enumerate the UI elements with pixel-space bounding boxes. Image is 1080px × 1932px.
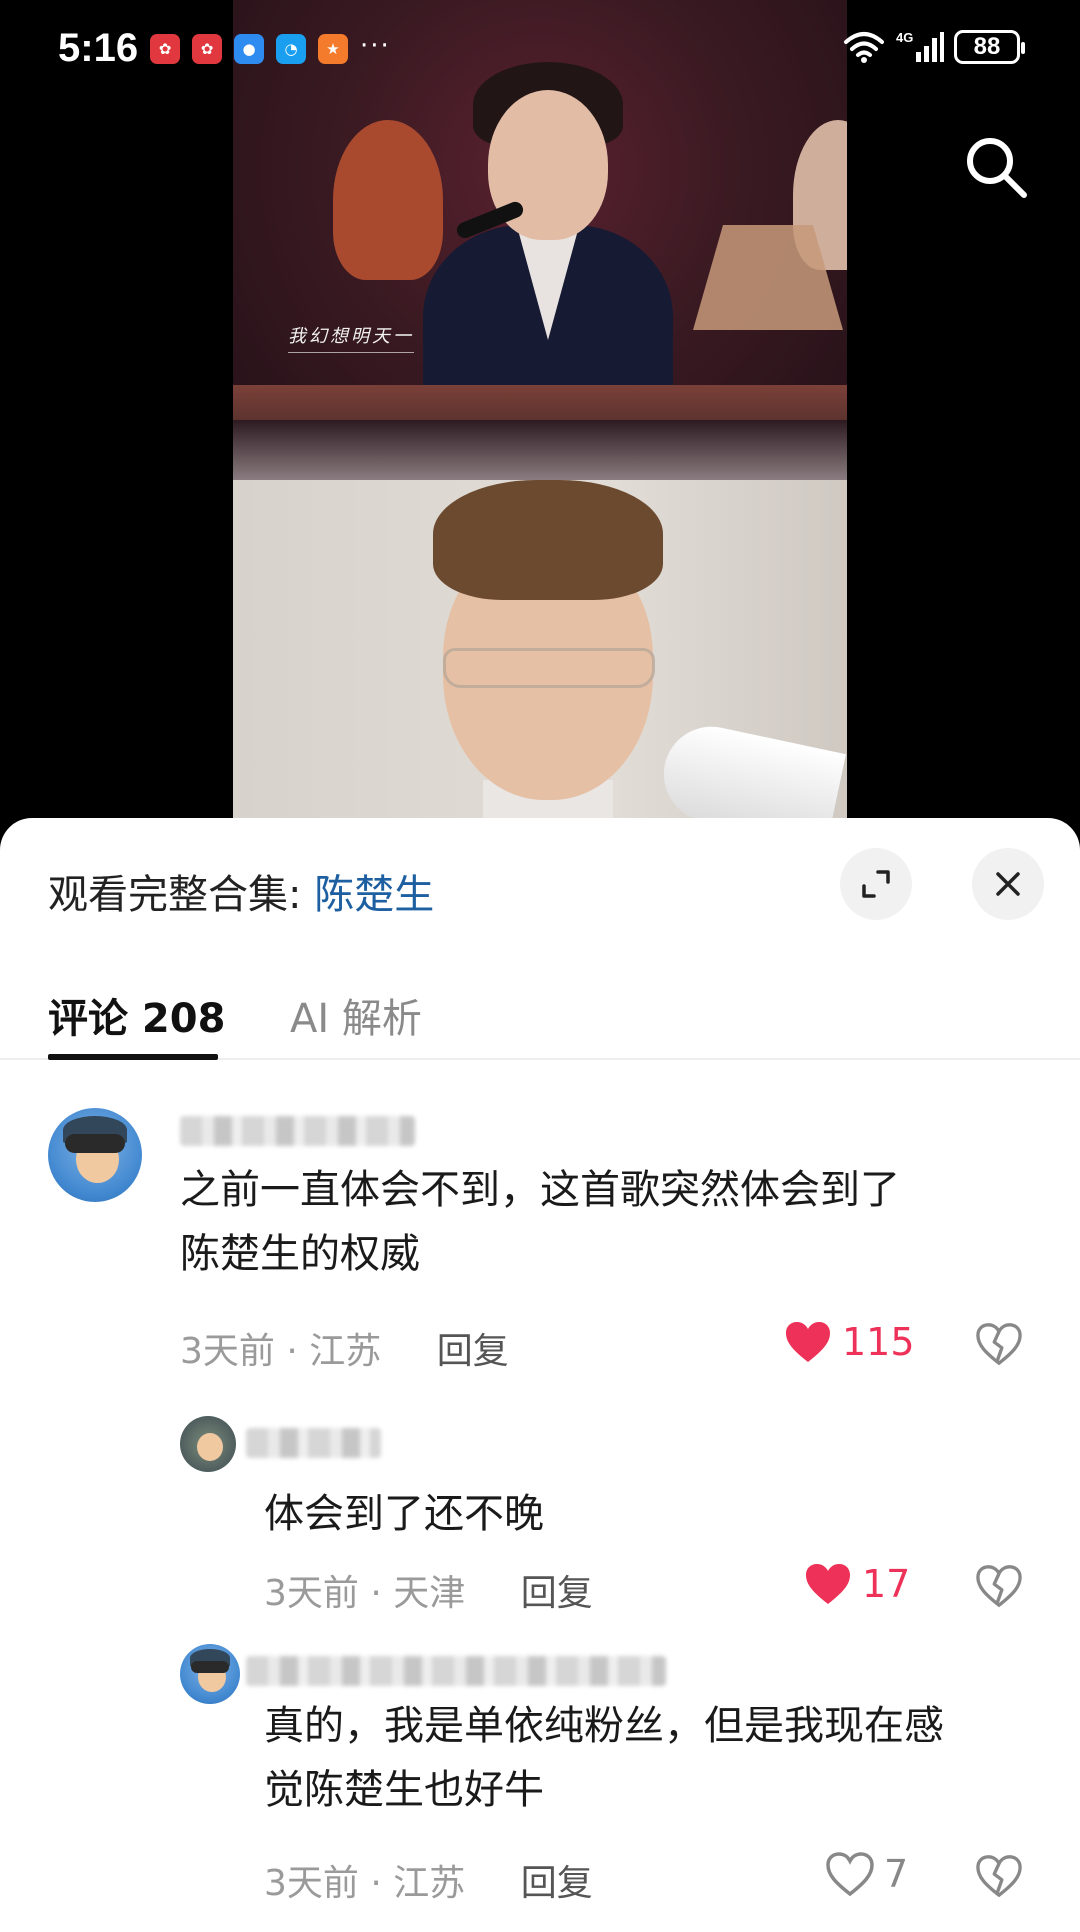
comment-text: 真的，我是单依纯粉丝，但是我现在感 觉陈楚生也好牛 [264, 1694, 944, 1822]
message-icon: ● [234, 34, 264, 64]
like-count: 7 [884, 1852, 909, 1896]
comment-text-line: 之前一直体会不到，这首歌突然体会到了 [180, 1167, 900, 1213]
reply-button[interactable]: 回复 [521, 1573, 593, 1614]
avatar-face [196, 1432, 223, 1461]
reply-item: 体会到了还不晚 3天前 · 天津 回复 17 [0, 1416, 1080, 1616]
expand-button[interactable] [840, 848, 912, 920]
username-redacted[interactable] [246, 1656, 666, 1686]
browser-icon: ◔ [276, 34, 306, 64]
comment-location: 江苏 [393, 1863, 466, 1904]
wifi-icon [844, 32, 884, 63]
like-button[interactable]: 115 [784, 1320, 915, 1364]
more-notifications-icon: ··· [360, 31, 391, 61]
background-singer-left [333, 120, 443, 280]
huawei-app-icon: ✿ [150, 34, 180, 64]
comment-sheet: 观看完整合集: 陈楚生 评论 208 AI 解析 之前一直体会不到，这首歌突然体… [0, 818, 1080, 1932]
broken-heart-icon [976, 1323, 1022, 1366]
notification-icons: ✿ ✿ ● ◔ ★ ··· [150, 31, 391, 64]
like-button[interactable]: 17 [804, 1562, 910, 1606]
fitness-app-icon: ★ [318, 34, 348, 64]
heart-outline-icon [826, 1852, 874, 1896]
status-time: 5:16 [58, 26, 139, 70]
battery-indicator: 88 [954, 30, 1025, 64]
avatar[interactable] [48, 1108, 142, 1202]
tab-comments[interactable]: 评论 208 [48, 986, 225, 1044]
like-button[interactable]: 7 [826, 1852, 908, 1896]
video-divider [233, 420, 847, 480]
avatar-goggles [64, 1134, 126, 1154]
broken-heart-icon [976, 1565, 1022, 1608]
avatar[interactable] [180, 1644, 240, 1704]
broken-heart-icon [976, 1855, 1022, 1898]
dislike-button[interactable] [976, 1322, 1022, 1366]
reply-button[interactable]: 回复 [521, 1863, 593, 1904]
comment-text: 体会到了还不晚 [264, 1491, 544, 1537]
reply-button[interactable]: 回复 [437, 1331, 509, 1372]
search-icon [967, 138, 1027, 198]
network-type-label: 4G [896, 30, 913, 45]
heart-filled-icon [786, 1322, 830, 1362]
avatar[interactable] [180, 1416, 236, 1472]
heart-filled-icon [806, 1564, 850, 1604]
avatar-goggles [190, 1660, 230, 1673]
sheet-header: 观看完整合集: 陈楚生 [0, 818, 1080, 938]
comment-text-line: 真的，我是单依纯粉丝，但是我现在感 [264, 1703, 944, 1749]
comment-time: 3天前 [264, 1863, 359, 1904]
comment-meta: 3天前 · 江苏 回复 [264, 1854, 593, 1906]
meta-separator: · [370, 1573, 394, 1614]
huawei-app-icon: ✿ [192, 34, 222, 64]
collection-label[interactable]: 观看完整合集: 陈楚生 [48, 862, 434, 920]
collection-link[interactable]: 陈楚生 [314, 872, 434, 918]
comment-item: 之前一直体会不到，这首歌突然体会到了 陈楚生的权威 3天前 · 江苏 回复 11… [0, 1108, 1080, 1372]
dislike-button[interactable] [976, 1564, 1022, 1608]
comment-location: 江苏 [309, 1331, 382, 1372]
comment-meta: 3天前 · 天津 回复 [264, 1564, 593, 1616]
comment-location: 天津 [393, 1573, 466, 1614]
dislike-button[interactable] [976, 1854, 1022, 1898]
username-redacted[interactable] [180, 1116, 415, 1146]
host-hair [433, 480, 663, 600]
host-glasses [443, 648, 655, 688]
video-player[interactable]: 我幻想明天一 5:16 ✿ ✿ ● ◔ ★ ··· 4G 88 [0, 0, 1080, 840]
meta-separator: · [370, 1863, 394, 1904]
cellular-signal-icon: 4G [896, 30, 944, 62]
like-count: 115 [842, 1320, 915, 1364]
username-redacted[interactable] [246, 1428, 381, 1458]
collection-prefix: 观看完整合集: [48, 872, 315, 918]
comment-text-line: 觉陈楚生也好牛 [264, 1767, 544, 1813]
tab-ai-analysis[interactable]: AI 解析 [290, 986, 422, 1044]
comment-text: 之前一直体会不到，这首歌突然体会到了 陈楚生的权威 [180, 1158, 900, 1286]
status-bar: 5:16 ✿ ✿ ● ◔ ★ ··· 4G 88 [0, 0, 1080, 100]
expand-icon [862, 870, 890, 898]
like-count: 17 [862, 1562, 911, 1606]
close-icon [996, 872, 1020, 896]
comment-tabs: 评论 208 AI 解析 [0, 968, 1080, 1060]
system-icons: 4G 88 [842, 30, 1025, 64]
comment-time: 3天前 [180, 1331, 275, 1372]
lyric-caption: 我幻想明天一 [288, 322, 414, 353]
search-button[interactable] [962, 133, 1030, 201]
close-button[interactable] [972, 848, 1044, 920]
comment-text-line: 陈楚生的权威 [180, 1231, 420, 1277]
comment-meta: 3天前 · 江苏 回复 [180, 1322, 509, 1374]
comment-time: 3天前 [264, 1573, 359, 1614]
meta-separator: · [286, 1331, 310, 1372]
reply-item: 真的，我是单依纯粉丝，但是我现在感 觉陈楚生也好牛 3天前 · 江苏 回复 7 [0, 1644, 1080, 1932]
active-tab-indicator [48, 1054, 218, 1060]
video-frame-bottom [233, 480, 847, 840]
